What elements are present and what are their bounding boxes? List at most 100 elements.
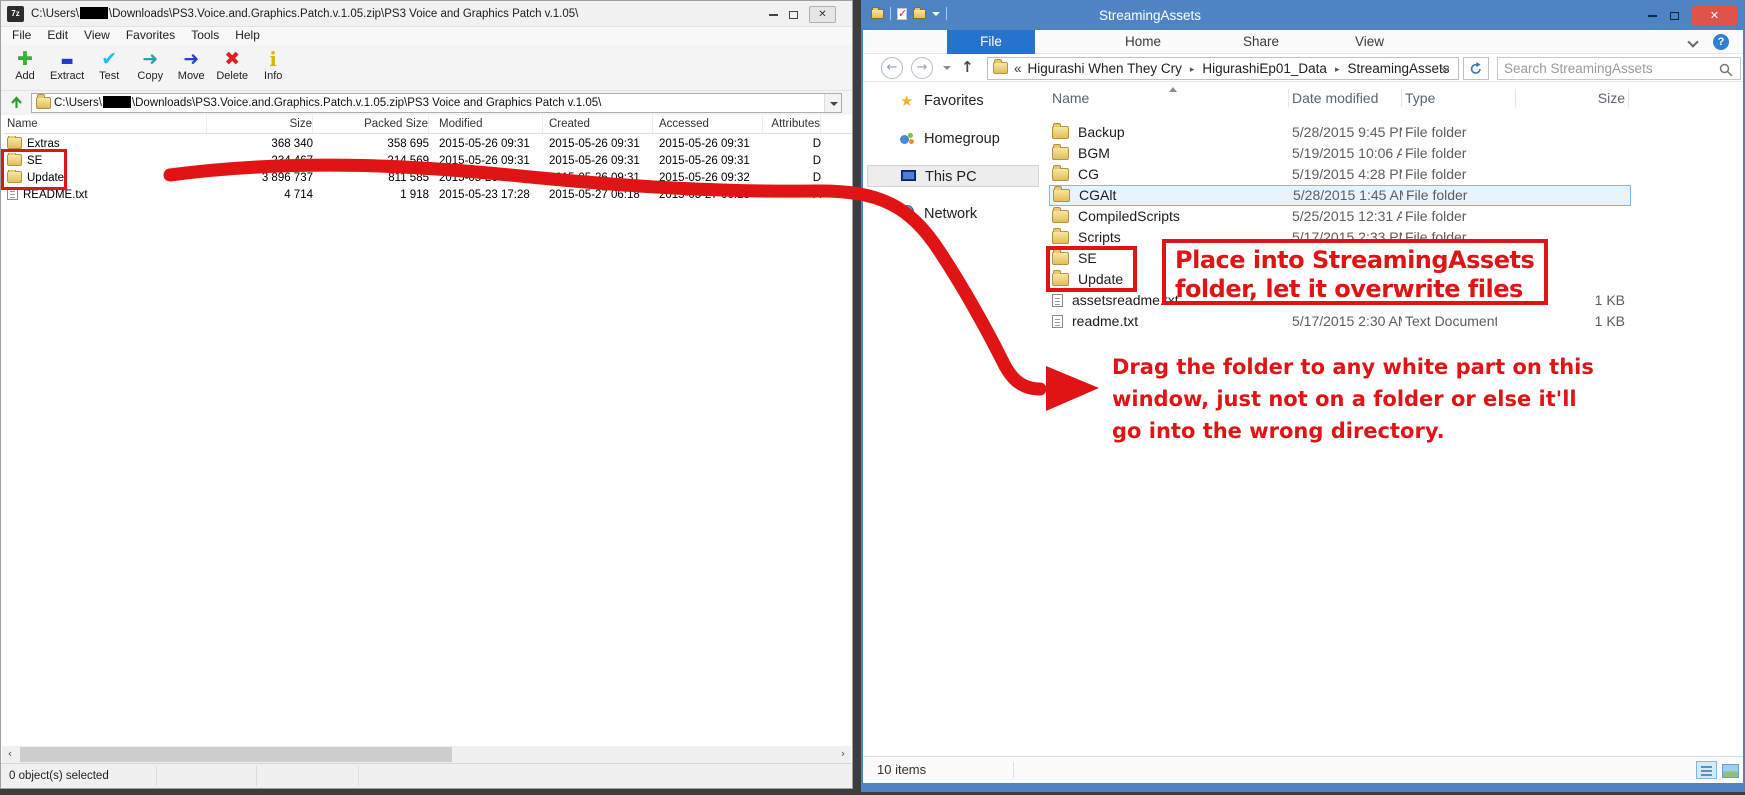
table-row-readme-txt[interactable]: README.txt4 7141 9182015-05-23 17:282015…: [3, 187, 852, 204]
cell-packed: 811 585: [319, 170, 429, 187]
menu-file[interactable]: File: [4, 27, 39, 45]
menu-help[interactable]: Help: [227, 27, 268, 45]
horizontal-scrollbar[interactable]: ‹ ›: [2, 746, 851, 763]
sidebar-item-favorites[interactable]: Favorites: [867, 90, 1039, 112]
toolbar-button-label: Copy: [137, 70, 163, 82]
scroll-left-icon[interactable]: ‹: [2, 746, 18, 763]
cell-accessed: 2015-05-27 06:18: [659, 187, 763, 204]
toolbar-move-button[interactable]: Move: [173, 47, 209, 90]
homegroup-icon: [900, 131, 914, 145]
search-box[interactable]: [1497, 57, 1741, 80]
sort-ascending-icon[interactable]: [1169, 87, 1177, 92]
toolbar-copy-button[interactable]: Copy: [132, 47, 168, 90]
statusbar-divider: [256, 766, 257, 786]
table-row-se[interactable]: SE234 467214 5692015-05-26 09:312015-05-…: [3, 153, 852, 170]
table-row-extras[interactable]: Extras368 340358 6952015-05-26 09:312015…: [3, 136, 852, 153]
properties-check-icon[interactable]: [897, 8, 907, 20]
close-icon[interactable]: ✕: [809, 6, 836, 23]
search-icon[interactable]: [1719, 63, 1733, 77]
column-header-size[interactable]: Size: [209, 115, 313, 133]
file-row-compiledscripts[interactable]: CompiledScripts5/25/2015 12:31 AMFile fo…: [1049, 206, 1631, 227]
scrollbar-thumb[interactable]: [20, 747, 452, 762]
menu-edit[interactable]: Edit: [39, 27, 76, 45]
column-header-date-modified[interactable]: Date modified: [1292, 86, 1402, 110]
file-row-scripts[interactable]: Scripts5/17/2015 2:33 PMFile folder: [1049, 227, 1631, 248]
file-row-backup[interactable]: Backup5/28/2015 9:45 PMFile folder: [1049, 122, 1631, 143]
file-row-assetsreadme-txt[interactable]: assetsreadme.txt1 KB: [1049, 290, 1631, 311]
toolbar-extract-button[interactable]: Extract: [48, 47, 86, 90]
address-bar[interactable]: C:\Users\\Downloads\PS3.Voice.and.Graphi…: [31, 93, 842, 113]
sidebar-item-homegroup[interactable]: Homegroup: [867, 128, 1039, 150]
file-row-readme-txt[interactable]: readme.txt5/17/2015 2:30 AMText Document…: [1049, 311, 1631, 332]
folder-icon[interactable]: [871, 9, 884, 19]
close-icon[interactable]: ✕: [1692, 6, 1737, 25]
menu-favorites[interactable]: Favorites: [118, 27, 183, 45]
breadcrumb-item-higurashi-when-they-cry[interactable]: Higurashi When They Cry: [1028, 61, 1182, 76]
column-divider[interactable]: [1628, 89, 1629, 107]
file-row-se[interactable]: SE: [1049, 248, 1631, 269]
refresh-button[interactable]: [1463, 57, 1489, 80]
new-folder-icon[interactable]: [913, 9, 926, 19]
forward-icon[interactable]: →: [911, 57, 933, 79]
minimize-icon[interactable]: [1648, 15, 1657, 17]
tab-view[interactable]: View: [1345, 30, 1394, 54]
file-icon: [1052, 315, 1063, 328]
search-input[interactable]: [1504, 59, 1709, 78]
ribbon-tabstrip: File Home Share View: [863, 30, 1743, 54]
details-view-button[interactable]: [1696, 761, 1717, 779]
thumbnail-view-button[interactable]: [1720, 761, 1740, 779]
menu-tools[interactable]: Tools: [183, 27, 227, 45]
maximize-icon[interactable]: [1670, 12, 1679, 20]
file-row-cg[interactable]: CG5/19/2015 4:28 PMFile folder: [1049, 164, 1631, 185]
chevron-down-icon[interactable]: [932, 12, 940, 16]
column-header-attributes[interactable]: Attributes: [761, 115, 821, 133]
cell-modified: [1292, 290, 1402, 311]
up-folder-icon[interactable]: [8, 94, 25, 116]
cell-name: SE: [7, 153, 207, 170]
toolbar-info-button[interactable]: Info: [255, 47, 291, 90]
tab-share[interactable]: Share: [1233, 30, 1289, 54]
breadcrumb-item-higurashiep01-data[interactable]: HigurashiEp01_Data: [1202, 61, 1327, 76]
breadcrumb-item-streamingassets[interactable]: StreamingAssets: [1347, 61, 1449, 76]
column-header-created[interactable]: Created: [549, 115, 653, 133]
cell-modified: 5/25/2015 12:31 AM: [1292, 206, 1402, 227]
desktop: 7z C:\Users\\Downloads\PS3.Voice.and.Gra…: [0, 0, 1745, 795]
up-icon[interactable]: ↑: [961, 58, 974, 76]
column-divider[interactable]: [1288, 89, 1289, 107]
cell-created: 2015-05-27 06:18: [549, 187, 653, 204]
column-header-size[interactable]: Size: [1519, 86, 1625, 110]
column-header-name[interactable]: Name: [7, 115, 207, 133]
column-divider[interactable]: [1515, 89, 1516, 107]
column-header-accessed[interactable]: Accessed: [659, 115, 763, 133]
toolbar-delete-button[interactable]: Delete: [214, 47, 250, 90]
breadcrumb[interactable]: Higurashi When They Cry HigurashiEp01_Dat…: [987, 57, 1459, 80]
chevron-down-icon[interactable]: [1687, 36, 1698, 47]
minimize-icon[interactable]: [769, 14, 778, 16]
scroll-right-icon[interactable]: ›: [835, 746, 851, 763]
cell-size: 4 714: [209, 187, 313, 204]
back-icon[interactable]: ←: [881, 57, 903, 79]
tab-home[interactable]: Home: [1115, 30, 1171, 54]
address-dropdown-icon[interactable]: [824, 94, 841, 112]
chevron-left-icon[interactable]: [1014, 61, 1028, 76]
explorer-statusbar: 10 items: [863, 756, 1743, 783]
table-row-update[interactable]: Update3 896 737811 5852015-05-26 09:3220…: [3, 170, 852, 187]
file-row-cgalt[interactable]: CGAlt5/28/2015 1:45 AMFile folder: [1049, 185, 1631, 206]
sidebar-item-network[interactable]: Network: [867, 203, 1039, 225]
toolbar-test-button[interactable]: Test: [91, 47, 127, 90]
column-header-packed-size[interactable]: Packed Size: [319, 115, 429, 133]
help-icon[interactable]: [1713, 34, 1729, 50]
toolbar-add-button[interactable]: Add: [7, 47, 43, 90]
cell-size: 3 896 737: [209, 170, 313, 187]
maximize-icon[interactable]: [789, 11, 798, 19]
file-row-bgm[interactable]: BGM5/19/2015 10:06 AMFile folder: [1049, 143, 1631, 164]
cell-modified: 2015-05-26 09:31: [439, 136, 543, 153]
file-row-update[interactable]: Update: [1049, 269, 1631, 290]
column-header-modified[interactable]: Modified: [439, 115, 543, 133]
history-dropdown-icon[interactable]: [943, 66, 951, 70]
file-name: assetsreadme.txt: [1072, 292, 1179, 308]
column-header-type[interactable]: Type: [1405, 86, 1497, 110]
tab-file[interactable]: File: [947, 30, 1035, 54]
menu-view[interactable]: View: [76, 27, 118, 45]
sidebar-item-this-pc[interactable]: This PC: [867, 165, 1039, 187]
